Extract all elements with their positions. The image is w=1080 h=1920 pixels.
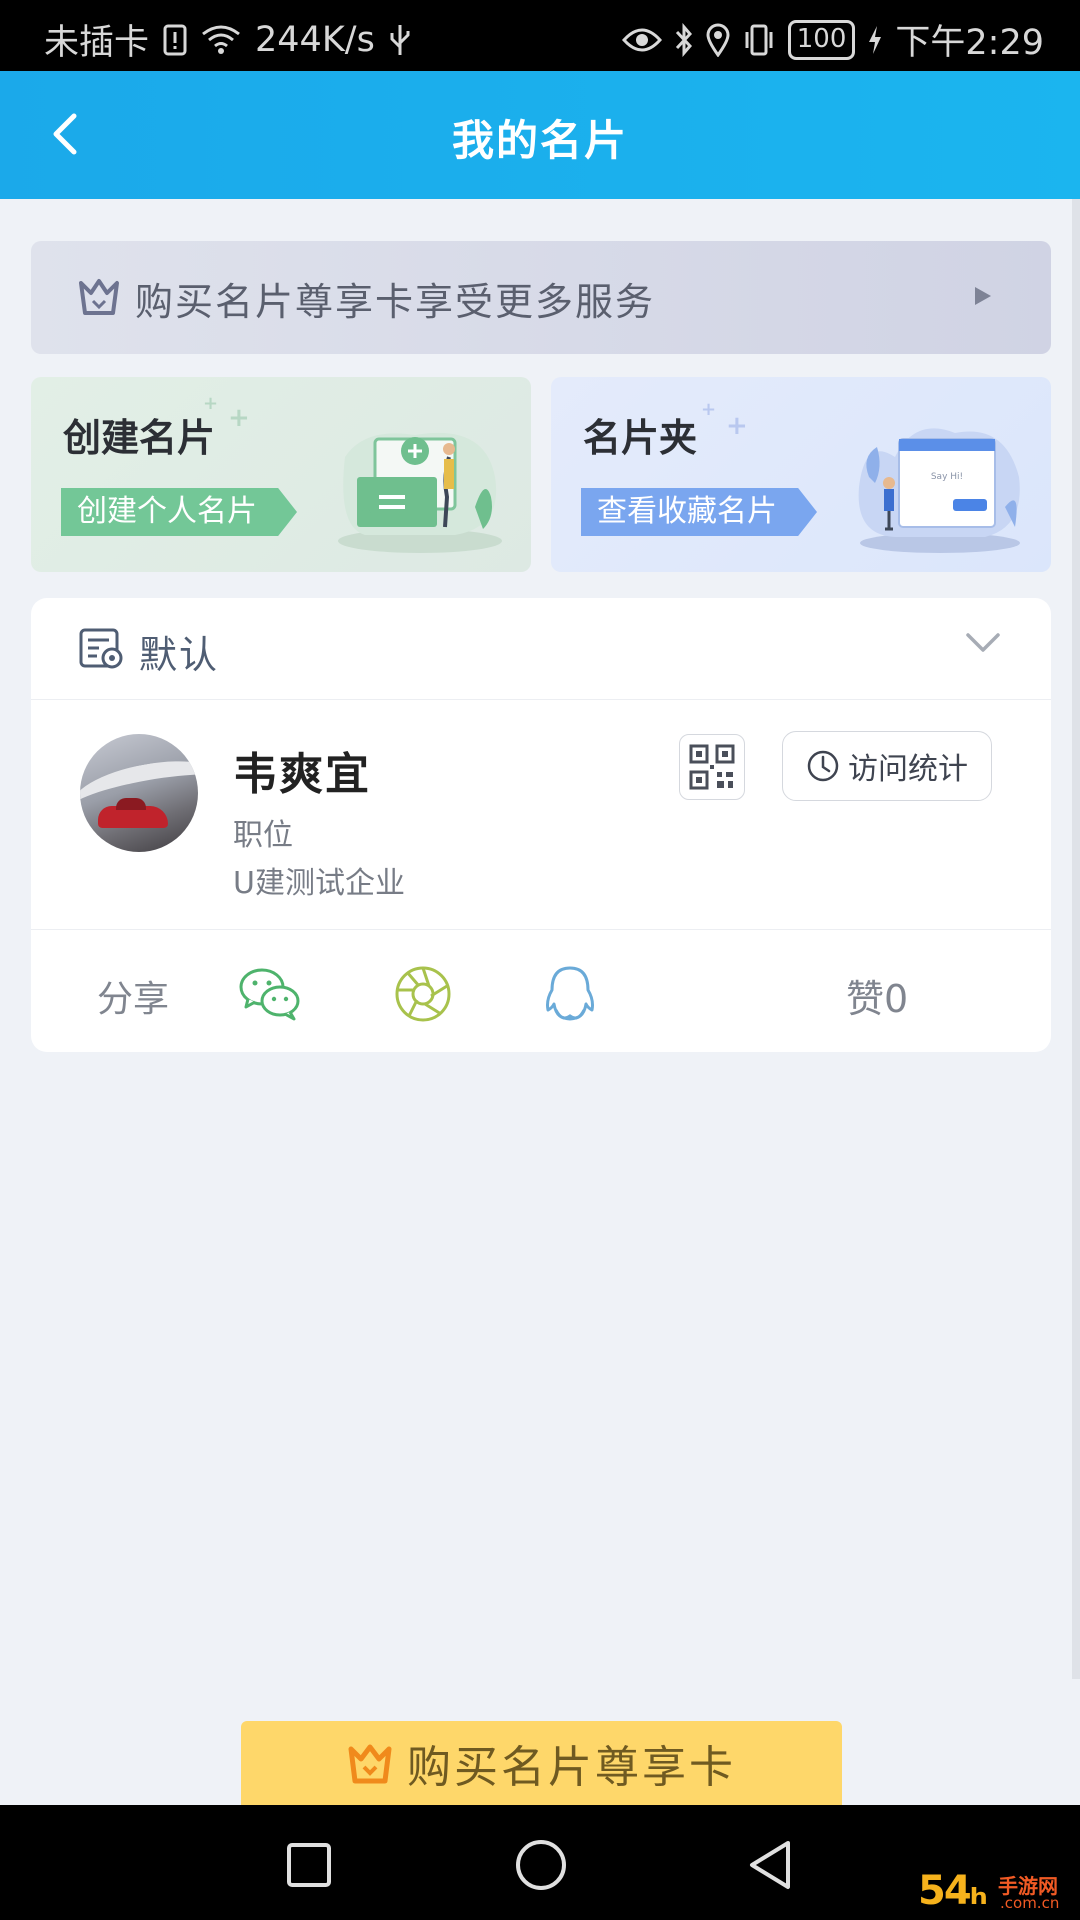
qr-code-button[interactable] bbox=[679, 734, 745, 800]
buy-button-label: 购买名片尊享卡 bbox=[407, 1742, 736, 1793]
play-arrow-icon bbox=[973, 285, 993, 311]
chevron-down-icon bbox=[965, 632, 1001, 658]
plus-decoration-icon: + bbox=[701, 399, 717, 420]
business-card-panel: 默认 韦爽宜 职位 U建测试企业 访问统计 分享 赞0 bbox=[31, 598, 1051, 1052]
back-nav-button[interactable] bbox=[740, 1835, 800, 1895]
plus-decoration-icon: + bbox=[726, 411, 748, 441]
visit-stats-label: 访问统计 bbox=[848, 752, 968, 787]
moments-share-button[interactable] bbox=[391, 962, 455, 1026]
qq-icon bbox=[546, 966, 594, 1021]
share-label: 分享 bbox=[97, 979, 170, 1020]
clock: 下午2:29 bbox=[895, 23, 1044, 63]
plus-decoration-icon: + bbox=[203, 393, 219, 414]
avatar-car-shape bbox=[98, 798, 168, 828]
recents-button[interactable] bbox=[279, 1835, 339, 1895]
watermark-logo: 54ₕ 手游网 .com.cn bbox=[918, 1868, 1070, 1916]
person-title: 职位 bbox=[233, 818, 293, 853]
carrier-text: 未插卡 bbox=[44, 23, 150, 63]
create-card-title: 创建名片 bbox=[63, 416, 216, 460]
moments-icon bbox=[395, 966, 451, 1022]
usb-icon bbox=[389, 23, 411, 57]
wifi-icon bbox=[201, 24, 241, 56]
card-group-selector[interactable]: 默认 bbox=[31, 598, 1051, 700]
watermark-domain: .com.cn bbox=[1000, 1894, 1060, 1912]
wechat-share-button[interactable] bbox=[238, 962, 302, 1026]
person-name: 韦爽宜 bbox=[233, 749, 371, 800]
bluetooth-icon bbox=[674, 22, 694, 57]
card-folder-tile[interactable]: 名片夹 + + 查看收藏名片 Say Hi! bbox=[551, 377, 1051, 572]
vibrate-icon bbox=[742, 23, 776, 57]
avatar[interactable] bbox=[80, 734, 198, 852]
plus-decoration-icon: + bbox=[228, 403, 250, 433]
crown-icon bbox=[348, 1744, 392, 1784]
network-speed: 244K/s bbox=[255, 19, 375, 60]
say-hi-text: Say Hi! bbox=[931, 472, 963, 482]
card-group-label: 默认 bbox=[139, 633, 220, 677]
home-button[interactable] bbox=[511, 1835, 571, 1895]
card-settings-icon bbox=[79, 628, 125, 674]
create-card-tile[interactable]: 创建名片 + + 创建个人名片 bbox=[31, 377, 531, 572]
share-row: 分享 赞0 bbox=[31, 930, 1051, 1052]
triangle-back-icon bbox=[750, 1841, 790, 1889]
vip-banner-text: 购买名片尊享卡享受更多服务 bbox=[135, 280, 656, 324]
watermark-number: 54ₕ bbox=[918, 1868, 988, 1914]
qr-code-icon bbox=[689, 744, 735, 790]
qq-share-button[interactable] bbox=[538, 962, 602, 1026]
person-company: U建测试企业 bbox=[233, 866, 405, 901]
circle-icon bbox=[516, 1840, 566, 1890]
wechat-icon bbox=[239, 968, 300, 1021]
page-title: 我的名片 bbox=[451, 116, 628, 165]
card-folder-title: 名片夹 bbox=[583, 416, 698, 460]
profile-section[interactable]: 韦爽宜 职位 U建测试企业 访问统计 bbox=[31, 700, 1051, 930]
view-saved-cards-button[interactable]: 查看收藏名片 bbox=[581, 488, 817, 536]
charging-icon bbox=[867, 25, 883, 55]
eye-icon bbox=[621, 26, 662, 54]
battery-indicator: 100 bbox=[787, 19, 856, 60]
clock-icon bbox=[807, 750, 839, 782]
card-folder-illustration: Say Hi! bbox=[858, 428, 1020, 553]
location-icon bbox=[706, 23, 730, 57]
crown-icon bbox=[77, 275, 121, 323]
buy-premium-card-button[interactable]: 购买名片尊享卡 bbox=[241, 1721, 842, 1805]
create-card-illustration bbox=[338, 432, 502, 553]
square-icon bbox=[287, 1843, 331, 1887]
sim-alert-icon bbox=[163, 24, 187, 56]
scrollbar[interactable] bbox=[1072, 199, 1080, 1679]
visit-stats-button[interactable]: 访问统计 bbox=[782, 731, 992, 801]
create-personal-card-button[interactable]: 创建个人名片 bbox=[61, 488, 297, 536]
vip-promo-banner[interactable]: 购买名片尊享卡享受更多服务 bbox=[31, 241, 1051, 354]
like-count[interactable]: 赞0 bbox=[846, 968, 908, 1023]
status-bar: 未插卡 244K/s 100 下午2:29 bbox=[0, 0, 1080, 71]
app-header: 我的名片 bbox=[0, 71, 1080, 199]
